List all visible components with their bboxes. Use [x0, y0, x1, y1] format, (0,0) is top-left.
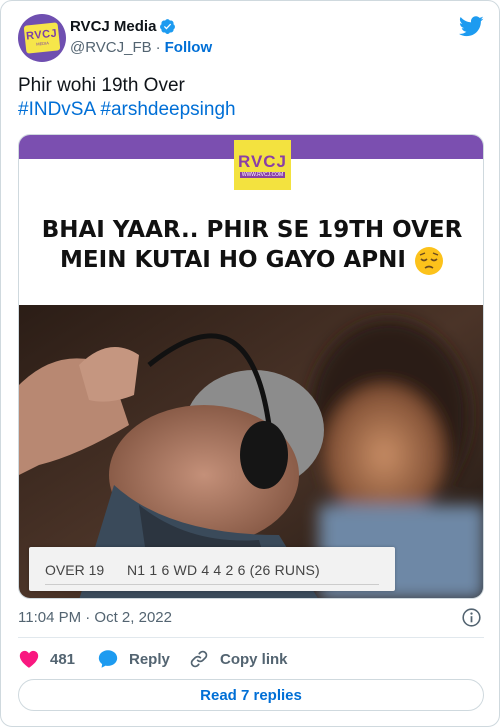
scoreboard-overlay: OVER 19 N1 1 6 WD 4 4 2 6 (26 RUNS) [29, 547, 395, 591]
author-handle-row: @RVCJ_FB · Follow [70, 39, 212, 56]
like-count: 481 [50, 650, 76, 668]
scoreboard-over: OVER 19 [45, 562, 105, 578]
tweet-embed-card: RVCJ MEDIA RVCJ Media @RVCJ_FB · Follow … [0, 0, 500, 727]
link-icon [190, 650, 208, 668]
author-name[interactable]: RVCJ Media [70, 18, 156, 35]
meme-caption-line-2: MEIN KUTAI HO GAYO APNI [60, 247, 406, 273]
scoreboard-divider [45, 584, 379, 585]
like-button[interactable]: 481 [18, 647, 75, 671]
rvcj-logo-text: RVCJ [237, 151, 288, 171]
footer-divider [18, 637, 484, 638]
meme-caption-line-1: BHAI YAAR.. PHIR SE 19TH OVER [41, 217, 463, 243]
heart-icon [19, 650, 39, 668]
reply-bubble-icon [98, 650, 118, 668]
rvcj-logo: RVCJ WWW.RVCJ.COM [234, 140, 291, 190]
tweet-hashtags: #INDvSA #arshdeepsingh [18, 98, 236, 122]
scoreboard-balls: N1 1 6 WD 4 4 2 6 (26 RUNS) [127, 562, 320, 578]
rvcj-logo-url: WWW.RVCJ.COM [239, 171, 286, 178]
twitter-bird-icon[interactable] [459, 16, 484, 37]
tweet-timestamp[interactable]: 11:04 PM · Oct 2, 2022 [18, 609, 172, 626]
avatar-logo-subtext: MEDIA [36, 40, 50, 47]
read-replies-label: Read 7 replies [200, 686, 302, 704]
handle-separator: · [155, 39, 161, 56]
verified-badge-icon [160, 19, 176, 34]
pensive-face-emoji-icon [414, 246, 443, 275]
meme-caption-line-2-row: MEIN KUTAI HO GAYO APNI [19, 245, 483, 276]
tweet-media-image[interactable]: RVCJ WWW.RVCJ.COM BHAI YAAR.. PHIR SE 19… [18, 134, 484, 599]
hashtag-arshdeepsingh[interactable]: #arshdeepsingh [100, 99, 235, 120]
reply-label: Reply [129, 650, 170, 668]
meme-caption: BHAI YAAR.. PHIR SE 19TH OVER MEIN KUTAI… [19, 215, 483, 276]
hashtag-indvsa[interactable]: #INDvSA [18, 99, 95, 120]
follow-button[interactable]: Follow [165, 39, 213, 56]
author-handle[interactable]: @RVCJ_FB [70, 39, 152, 56]
copy-link-label: Copy link [220, 650, 288, 668]
author-avatar[interactable]: RVCJ MEDIA [18, 14, 66, 62]
copy-link-button[interactable]: Copy link [188, 647, 288, 671]
avatar-logo: RVCJ MEDIA [23, 22, 61, 54]
reply-button[interactable]: Reply [97, 647, 170, 671]
info-icon[interactable] [461, 607, 482, 628]
tweet-text: Phir wohi 19th Over [18, 75, 185, 96]
author-name-row[interactable]: RVCJ Media [70, 18, 176, 35]
read-replies-button[interactable]: Read 7 replies [18, 679, 484, 711]
